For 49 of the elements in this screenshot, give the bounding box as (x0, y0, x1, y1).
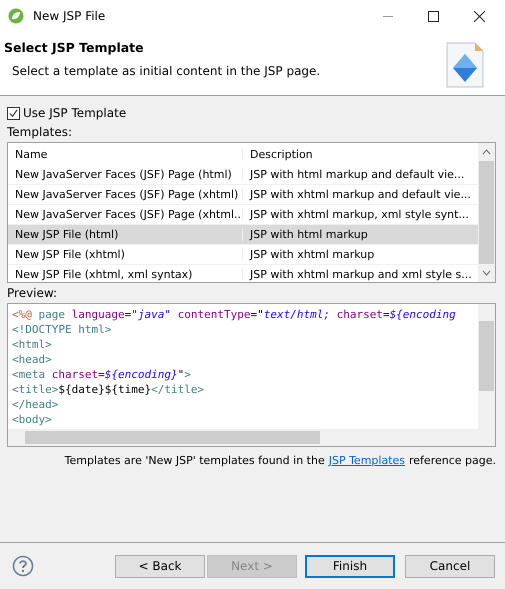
leaf-logo-icon (8, 8, 24, 24)
table-cell: New JavaServer Faces (JSF) Page (xhtml... (8, 208, 243, 221)
code-line: </head> (12, 397, 60, 412)
table-cell-text: JSP with html markup and default vie... (248, 168, 466, 181)
table-cell-text: JSP with xhtml markup and xml style s... (248, 268, 473, 281)
vertical-scrollbar[interactable] (478, 304, 495, 429)
table-cell-text: JSP with html markup (248, 228, 369, 241)
table-cell: New JSP File (xhtml) (8, 248, 243, 261)
code-line: <html> (12, 337, 53, 352)
template-row[interactable]: New JavaServer Faces (JSF) Page (html) JSP with html markup and default vie... (8, 165, 478, 185)
dialog-button[interactable]: Cancel (405, 554, 495, 578)
code-line: <!DOCTYPE html> (12, 322, 112, 337)
use-template-checkbox[interactable]: Use JSP Template (7, 104, 498, 122)
help-icon[interactable] (12, 555, 34, 577)
templates-label: Templates: (7, 125, 74, 141)
code-line: <title>${date}${time}</title> (12, 382, 206, 397)
code-line: <head> (12, 352, 53, 367)
horizontal-scrollbar[interactable] (8, 429, 495, 446)
note-text: Templates are 'New JSP' templates found in the (64, 454, 325, 467)
page-title: Select JSP Template (4, 40, 145, 55)
code-line: <%@ page language="java" contentType="text/html; charset=${encoding (12, 307, 457, 322)
note-text: reference page. (409, 454, 496, 467)
jsp-templates-link[interactable]: JSP Templates (328, 454, 405, 467)
table-cell: New JavaServer Faces (JSF) Page (html) (8, 168, 243, 181)
column-header[interactable]: Description (243, 148, 478, 160)
scroll-down-icon[interactable] (482, 270, 491, 276)
dialog-button[interactable]: < Back (115, 554, 205, 578)
code-line: <body> (12, 412, 53, 427)
page-description: Select a template as initial content in the JSP page. (12, 64, 320, 78)
template-row[interactable]: New JSP File (html) JSP with html markup (8, 225, 478, 245)
table-cell-text: JSP with xhtml markup, xml style synt... (248, 208, 470, 221)
vertical-scrollbar[interactable] (478, 143, 495, 282)
dialog-button[interactable]: Finish (305, 554, 395, 578)
close-icon[interactable] (474, 10, 485, 22)
table-cell: New JSP File (html) (8, 228, 243, 241)
maximize-icon[interactable] (428, 10, 439, 22)
checkmark-icon (8, 108, 19, 118)
table-cell: New JSP File (xhtml, xml syntax) (8, 268, 243, 281)
table-cell-text: JSP with xhtml markup and default vie... (248, 188, 472, 201)
table-cell: New JavaServer Faces (JSF) Page (xhtml) (8, 188, 243, 201)
code-line: <meta charset=${encoding}"> (12, 367, 192, 382)
jsp-file-icon (445, 42, 485, 88)
scroll-up-icon[interactable] (482, 149, 491, 155)
window-title: New JSP File (33, 9, 106, 23)
template-row[interactable]: New JavaServer Faces (JSF) Page (xhtml) JSP with xhtml markup and default vie... (8, 185, 478, 205)
column-header[interactable]: Name (8, 148, 243, 160)
table-cell-text: JSP with xhtml markup (248, 248, 376, 261)
preview-label: Preview: (7, 286, 58, 302)
template-row[interactable]: New JSP File (xhtml) JSP with xhtml markup (8, 245, 478, 265)
